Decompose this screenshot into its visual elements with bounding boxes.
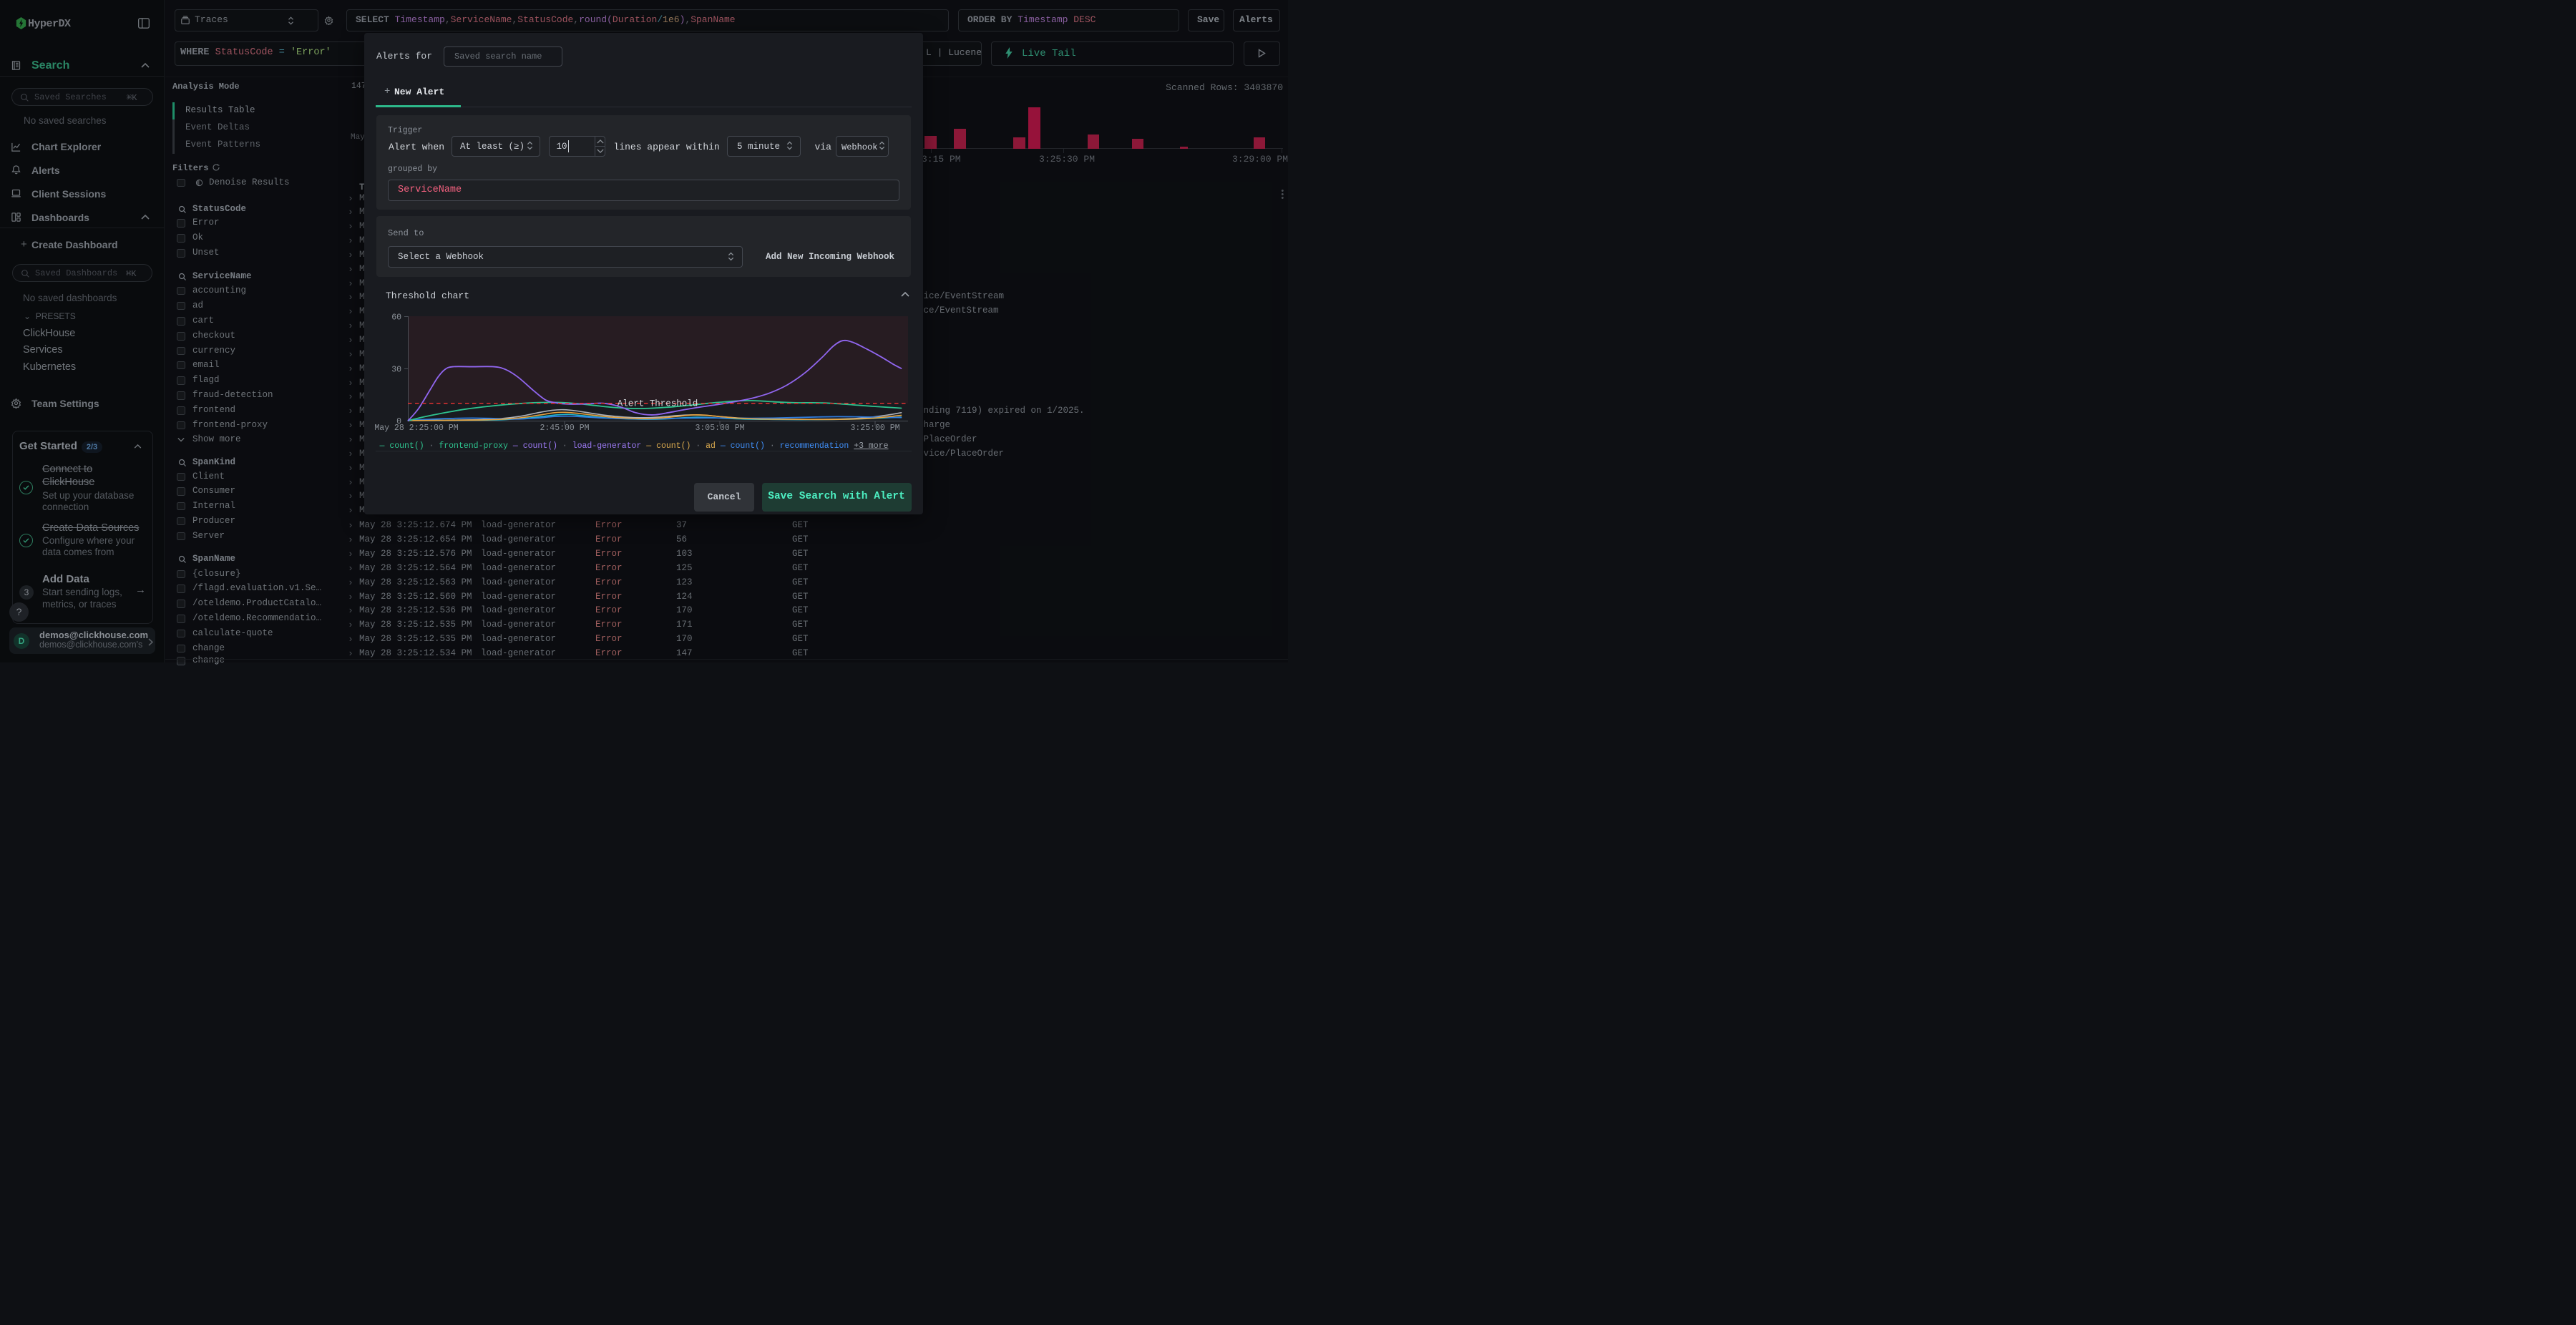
svg-text:3:05:00 PM: 3:05:00 PM bbox=[695, 424, 744, 433]
svg-text:60: 60 bbox=[391, 313, 401, 323]
svg-text:May 28 2:25:00 PM: May 28 2:25:00 PM bbox=[374, 424, 458, 433]
svg-text:3:25:00 PM: 3:25:00 PM bbox=[850, 424, 899, 433]
svg-text:30: 30 bbox=[391, 366, 401, 375]
svg-text:2:45:00 PM: 2:45:00 PM bbox=[540, 424, 589, 433]
svg-text:Alert Threshold: Alert Threshold bbox=[618, 399, 698, 409]
